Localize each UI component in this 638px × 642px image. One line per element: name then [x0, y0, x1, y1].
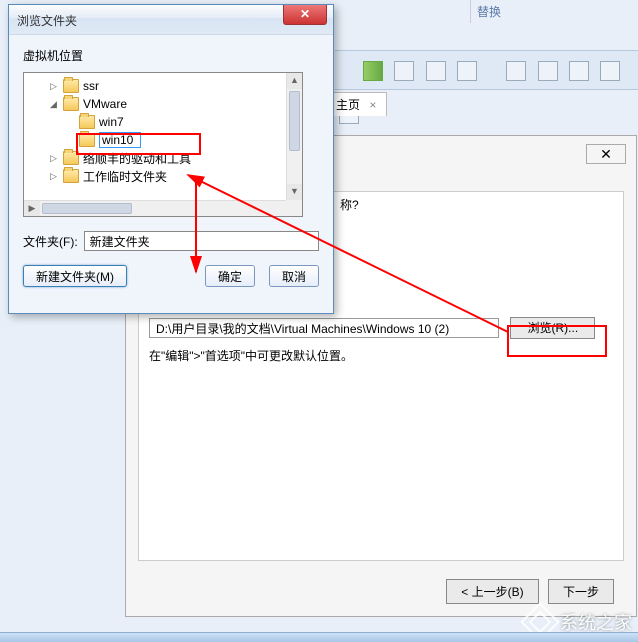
hint-text: 在"编辑">"首选项"中可更改默认位置。 — [149, 347, 353, 364]
scroll-thumb[interactable] — [42, 203, 132, 214]
taskbar — [0, 632, 638, 642]
cancel-button[interactable]: 取消 — [269, 265, 319, 287]
toolbar-button[interactable] — [394, 61, 414, 81]
expander-placeholder — [64, 135, 75, 146]
toolbar-button[interactable] — [600, 61, 620, 81]
scroll-corner — [286, 200, 302, 216]
folder-icon — [63, 151, 79, 165]
tree-item[interactable]: ▷ 络顺丰的驱动和工具 — [28, 149, 298, 167]
dialog-title-bar: 浏览文件夹 ✕ — [9, 5, 333, 35]
scroll-thumb[interactable] — [289, 91, 300, 151]
dialog-title: 浏览文件夹 — [17, 12, 77, 29]
browse-button[interactable]: 浏览(R)... — [510, 317, 595, 339]
back-button[interactable]: < 上一步(B) — [446, 579, 538, 604]
tree-item-label: VMware — [83, 97, 127, 111]
ok-button[interactable]: 确定 — [205, 265, 255, 287]
folder-icon — [63, 79, 79, 93]
folder-field-label: 文件夹(F): — [23, 233, 78, 250]
toolbar-button[interactable] — [457, 61, 477, 81]
folder-name-input[interactable] — [84, 231, 319, 251]
tree-item-label: 工作临时文件夹 — [83, 168, 167, 185]
toolbar-button[interactable] — [569, 61, 589, 81]
folder-icon — [79, 115, 95, 129]
tree-item-label: win7 — [99, 115, 124, 129]
tree-item[interactable]: win10 — [28, 131, 298, 149]
toolbar-button[interactable] — [506, 61, 526, 81]
tree-item-label: ssr — [83, 79, 99, 93]
app-toolbar — [335, 50, 638, 90]
horizontal-scrollbar[interactable]: ◀ ▶ — [24, 200, 286, 216]
vertical-scrollbar[interactable]: ▲ ▼ — [286, 73, 302, 200]
tab-label: 主页 — [336, 98, 360, 112]
chevron-down-icon[interactable]: ◢ — [48, 99, 59, 110]
chevron-right-icon[interactable]: ▷ — [48, 81, 59, 92]
home-tab[interactable]: 主页 × — [325, 92, 387, 116]
wizard-question-fragment: 称? — [340, 196, 359, 213]
location-input[interactable] — [149, 318, 499, 338]
tree-item-label: 络顺丰的驱动和工具 — [83, 150, 191, 167]
folder-icon — [79, 133, 95, 147]
toolbar-button[interactable] — [363, 61, 383, 81]
section-label: 虚拟机位置 — [23, 47, 319, 64]
scroll-down-icon[interactable]: ▼ — [287, 184, 302, 200]
new-folder-button[interactable]: 新建文件夹(M) — [23, 265, 127, 287]
wizard-close-button[interactable]: ✕ — [586, 144, 626, 164]
bg-header-text: 替换 — [470, 0, 507, 23]
browse-folder-dialog: 浏览文件夹 ✕ 虚拟机位置 ▷ ssr ◢ VMware win7 win10 ▷ 络顺丰的驱… — [8, 4, 334, 314]
tree-item[interactable]: ▷ 工作临时文件夹 — [28, 167, 298, 185]
toolbar-button[interactable] — [426, 61, 446, 81]
folder-icon — [63, 97, 79, 111]
scroll-up-icon[interactable]: ▲ — [287, 73, 302, 89]
toolbar-button[interactable] — [538, 61, 558, 81]
tree-item[interactable]: ▷ ssr — [28, 77, 298, 95]
tree-item[interactable]: ◢ VMware — [28, 95, 298, 113]
expander-placeholder — [64, 117, 75, 128]
next-button[interactable]: 下一步 — [548, 579, 614, 604]
chevron-right-icon[interactable]: ▷ — [48, 171, 59, 182]
close-icon[interactable]: × — [369, 98, 376, 112]
tree-item-label[interactable]: win10 — [99, 132, 141, 148]
folder-icon — [63, 169, 79, 183]
folder-tree[interactable]: ▷ ssr ◢ VMware win7 win10 ▷ 络顺丰的驱动和工具 ▷ 工作临时文件夹 ▲… — [23, 72, 303, 217]
chevron-right-icon[interactable]: ▷ — [48, 153, 59, 164]
close-button[interactable]: ✕ — [283, 5, 327, 25]
tree-item[interactable]: win7 — [28, 113, 298, 131]
scroll-right-icon[interactable]: ▶ — [24, 201, 40, 217]
